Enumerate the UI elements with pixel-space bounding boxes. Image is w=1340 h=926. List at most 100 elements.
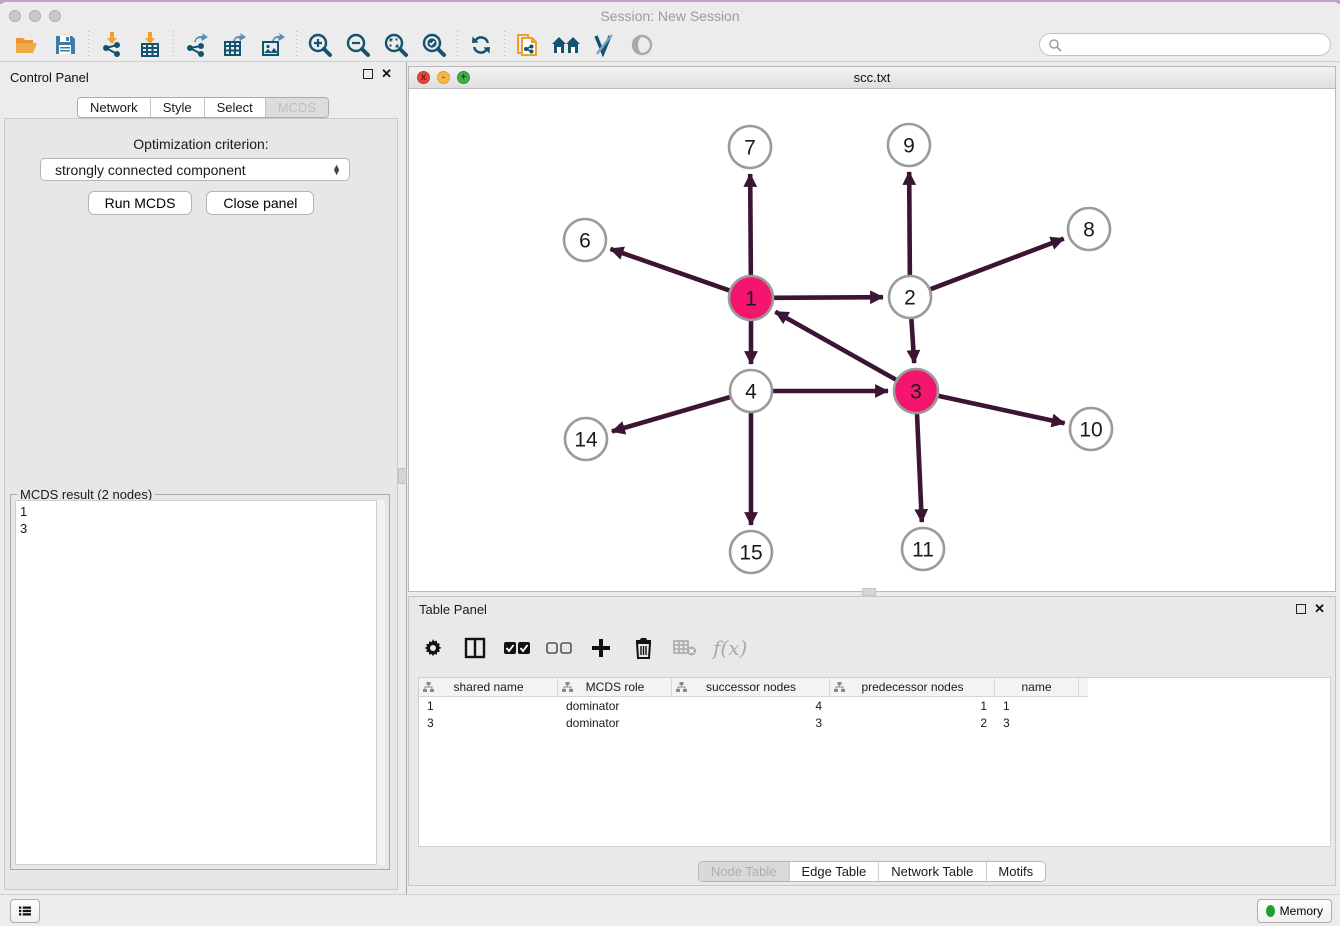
export-network-icon[interactable] [178,30,216,60]
memory-status-icon [1266,905,1275,917]
vertical-split-grip[interactable] [398,468,407,484]
svg-text:2: 2 [904,287,916,310]
edge-2-9 [909,172,910,275]
export-table-icon[interactable] [216,30,254,60]
float-table-panel-icon[interactable] [1296,604,1306,614]
mcds-result-text[interactable]: 1 3 [15,500,377,865]
table-body: 1dominator4113dominator323 [419,697,1330,731]
graph-node-4: 4 [730,370,772,412]
network-graph[interactable]: 7968124314101511 [409,89,1335,591]
svg-text:15: 15 [739,542,762,565]
refresh-icon[interactable] [462,30,500,60]
svg-text:1: 1 [745,288,757,311]
node-table[interactable]: shared nameMCDS rolesuccessor nodesprede… [418,677,1331,847]
tab-motifs[interactable]: Motifs [986,862,1045,881]
zoom-selected-icon[interactable] [415,30,453,60]
home-icon[interactable] [547,30,585,60]
tab-network-table[interactable]: Network Table [879,862,986,881]
window-titlebar: Session: New Session [0,2,1340,30]
toolbar-separator [457,31,458,59]
add-icon[interactable] [587,633,615,663]
toolbar-separator [173,31,174,59]
toolbar-separator [504,31,505,59]
import-network-icon[interactable] [93,30,131,60]
delete-table-icon[interactable] [671,633,699,663]
column-header-successor-nodes[interactable]: successor nodes [672,678,830,696]
svg-text:14: 14 [574,429,598,452]
table-panel: Table Panel ✕ f(x) shared nameMCDS roles… [408,596,1336,886]
delete-icon[interactable] [629,633,657,663]
graph-node-2: 2 [889,276,931,318]
graph-node-9: 9 [888,124,930,166]
list-icon [19,904,31,918]
eye-icon[interactable] [623,30,661,60]
edge-1-7 [750,174,751,275]
tab-mcds[interactable]: MCDS [266,98,328,117]
graph-node-6: 6 [564,219,606,261]
svg-text:7: 7 [744,137,756,160]
float-panel-icon[interactable] [363,69,373,79]
table-row[interactable]: 1dominator411 [419,697,1088,714]
tab-style[interactable]: Style [151,98,205,117]
zoom-fit-icon[interactable] [377,30,415,60]
svg-text:4: 4 [745,381,757,404]
function-icon[interactable]: f(x) [713,636,747,660]
tab-edge-table[interactable]: Edge Table [789,862,879,881]
table-panel-title: Table Panel [419,602,487,617]
zoom-in-icon[interactable] [301,30,339,60]
import-table-icon[interactable] [131,30,169,60]
zoom-out-icon[interactable] [339,30,377,60]
tab-select[interactable]: Select [205,98,266,117]
run-mcds-button[interactable]: Run MCDS [88,191,193,215]
close-panel-icon[interactable]: ✕ [381,69,392,79]
edge-4-14 [612,397,730,431]
criterion-dropdown[interactable]: strongly connected component ▲▼ [40,158,350,181]
status-bar: Memory [0,894,1340,926]
select-all-icon[interactable] [503,633,531,663]
close-panel-button[interactable]: Close panel [206,191,314,215]
result-scrollbar[interactable] [377,500,385,865]
table-row[interactable]: 3dominator323 [419,714,1088,731]
ndex-file-icon[interactable] [509,30,547,60]
column-icon[interactable] [461,633,489,663]
graph-node-1: 1 [729,276,773,320]
column-header-predecessor-nodes[interactable]: predecessor nodes [830,678,995,696]
graph-node-10: 10 [1070,408,1112,450]
save-icon[interactable] [46,30,84,60]
svg-text:10: 10 [1079,419,1102,442]
export-image-icon[interactable] [254,30,292,60]
edge-3-1 [775,312,896,380]
graph-node-11: 11 [902,528,944,570]
main-toolbar [0,28,1340,62]
optimization-criterion-label: Optimization criterion: [0,136,402,152]
edge-2-3 [911,319,914,363]
svg-text:11: 11 [912,539,934,562]
column-header-MCDS-role[interactable]: MCDS role [558,678,672,696]
tab-network[interactable]: Network [78,98,151,117]
graph-node-3: 3 [894,369,938,413]
search-input[interactable] [1062,38,1330,52]
cyndex-icon[interactable] [585,30,623,60]
tab-node-table[interactable]: Node Table [699,862,790,881]
memory-button[interactable]: Memory [1257,899,1332,923]
network-window-titlebar[interactable]: x - + scc.txt [409,67,1335,89]
open-folder-icon[interactable] [8,30,46,60]
search-box[interactable] [1039,33,1331,56]
column-header-name[interactable]: name [995,678,1079,696]
edge-3-11 [917,414,922,522]
network-view-title: scc.txt [409,70,1335,85]
toolbar-separator [88,31,89,59]
graph-node-14: 14 [565,418,607,460]
column-header-shared-name[interactable]: shared name [419,678,558,696]
horizontal-split-grip[interactable] [862,588,876,596]
close-table-panel-icon[interactable]: ✕ [1314,604,1325,614]
deselect-all-icon[interactable] [545,633,573,663]
graph-node-15: 15 [730,531,772,573]
gear-icon[interactable] [419,633,447,663]
network-view-window: x - + scc.txt 7968124314101511 [408,66,1336,592]
edge-3-10 [938,396,1064,423]
criterion-dropdown-value: strongly connected component [55,162,332,178]
task-history-button[interactable] [10,899,40,923]
control-panel: Control Panel ✕ NetworkStyleSelectMCDS O… [0,62,402,894]
search-icon [1048,38,1062,52]
